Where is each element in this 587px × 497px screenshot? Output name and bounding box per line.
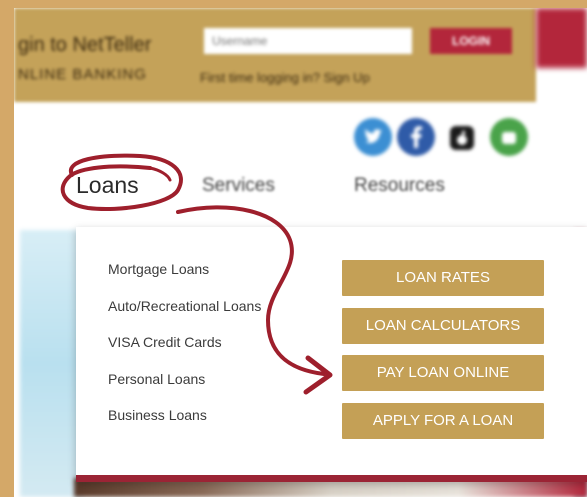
- hero-image-left: [20, 230, 84, 497]
- loans-menu-list: Mortgage Loans Auto/Recreational Loans V…: [108, 259, 261, 442]
- nav-loans[interactable]: Loans: [76, 172, 139, 199]
- login-subtitle: NLINE BANKING: [18, 66, 147, 83]
- website-frame: gin to NetTeller NLINE BANKING LOGIN Fir…: [14, 8, 587, 497]
- login-bar: gin to NetTeller NLINE BANKING LOGIN Fir…: [14, 8, 536, 102]
- menu-item-personal-loans[interactable]: Personal Loans: [108, 369, 261, 406]
- twitter-icon[interactable]: [354, 118, 392, 156]
- header-red-accent: [536, 8, 587, 68]
- menu-item-mortgage-loans[interactable]: Mortgage Loans: [108, 259, 261, 296]
- username-input[interactable]: [204, 28, 412, 54]
- nav-services[interactable]: Services: [202, 175, 275, 197]
- first-time-signup-link[interactable]: First time logging in? Sign Up: [200, 70, 370, 85]
- nav-resources[interactable]: Resources: [354, 175, 445, 197]
- menu-item-visa-credit-cards[interactable]: VISA Credit Cards: [108, 332, 261, 369]
- loans-dropdown-menu: Mortgage Loans Auto/Recreational Loans V…: [76, 227, 587, 482]
- menu-item-business-loans[interactable]: Business Loans: [108, 405, 261, 442]
- facebook-icon[interactable]: [397, 118, 435, 156]
- login-button[interactable]: LOGIN: [430, 28, 512, 54]
- apple-icon[interactable]: [450, 126, 474, 150]
- pay-loan-online-button[interactable]: PAY LOAN ONLINE: [342, 355, 544, 391]
- loan-calculators-button[interactable]: LOAN CALCULATORS: [342, 307, 544, 344]
- menu-item-auto-recreational-loans[interactable]: Auto/Recreational Loans: [108, 296, 261, 333]
- android-icon[interactable]: [490, 118, 528, 156]
- apply-for-a-loan-button[interactable]: APPLY FOR A LOAN: [342, 402, 544, 439]
- login-title: gin to NetTeller: [18, 34, 152, 56]
- loan-action-buttons: LOAN RATES LOAN CALCULATORS PAY LOAN ONL…: [342, 260, 544, 450]
- loan-rates-button[interactable]: LOAN RATES: [342, 260, 544, 296]
